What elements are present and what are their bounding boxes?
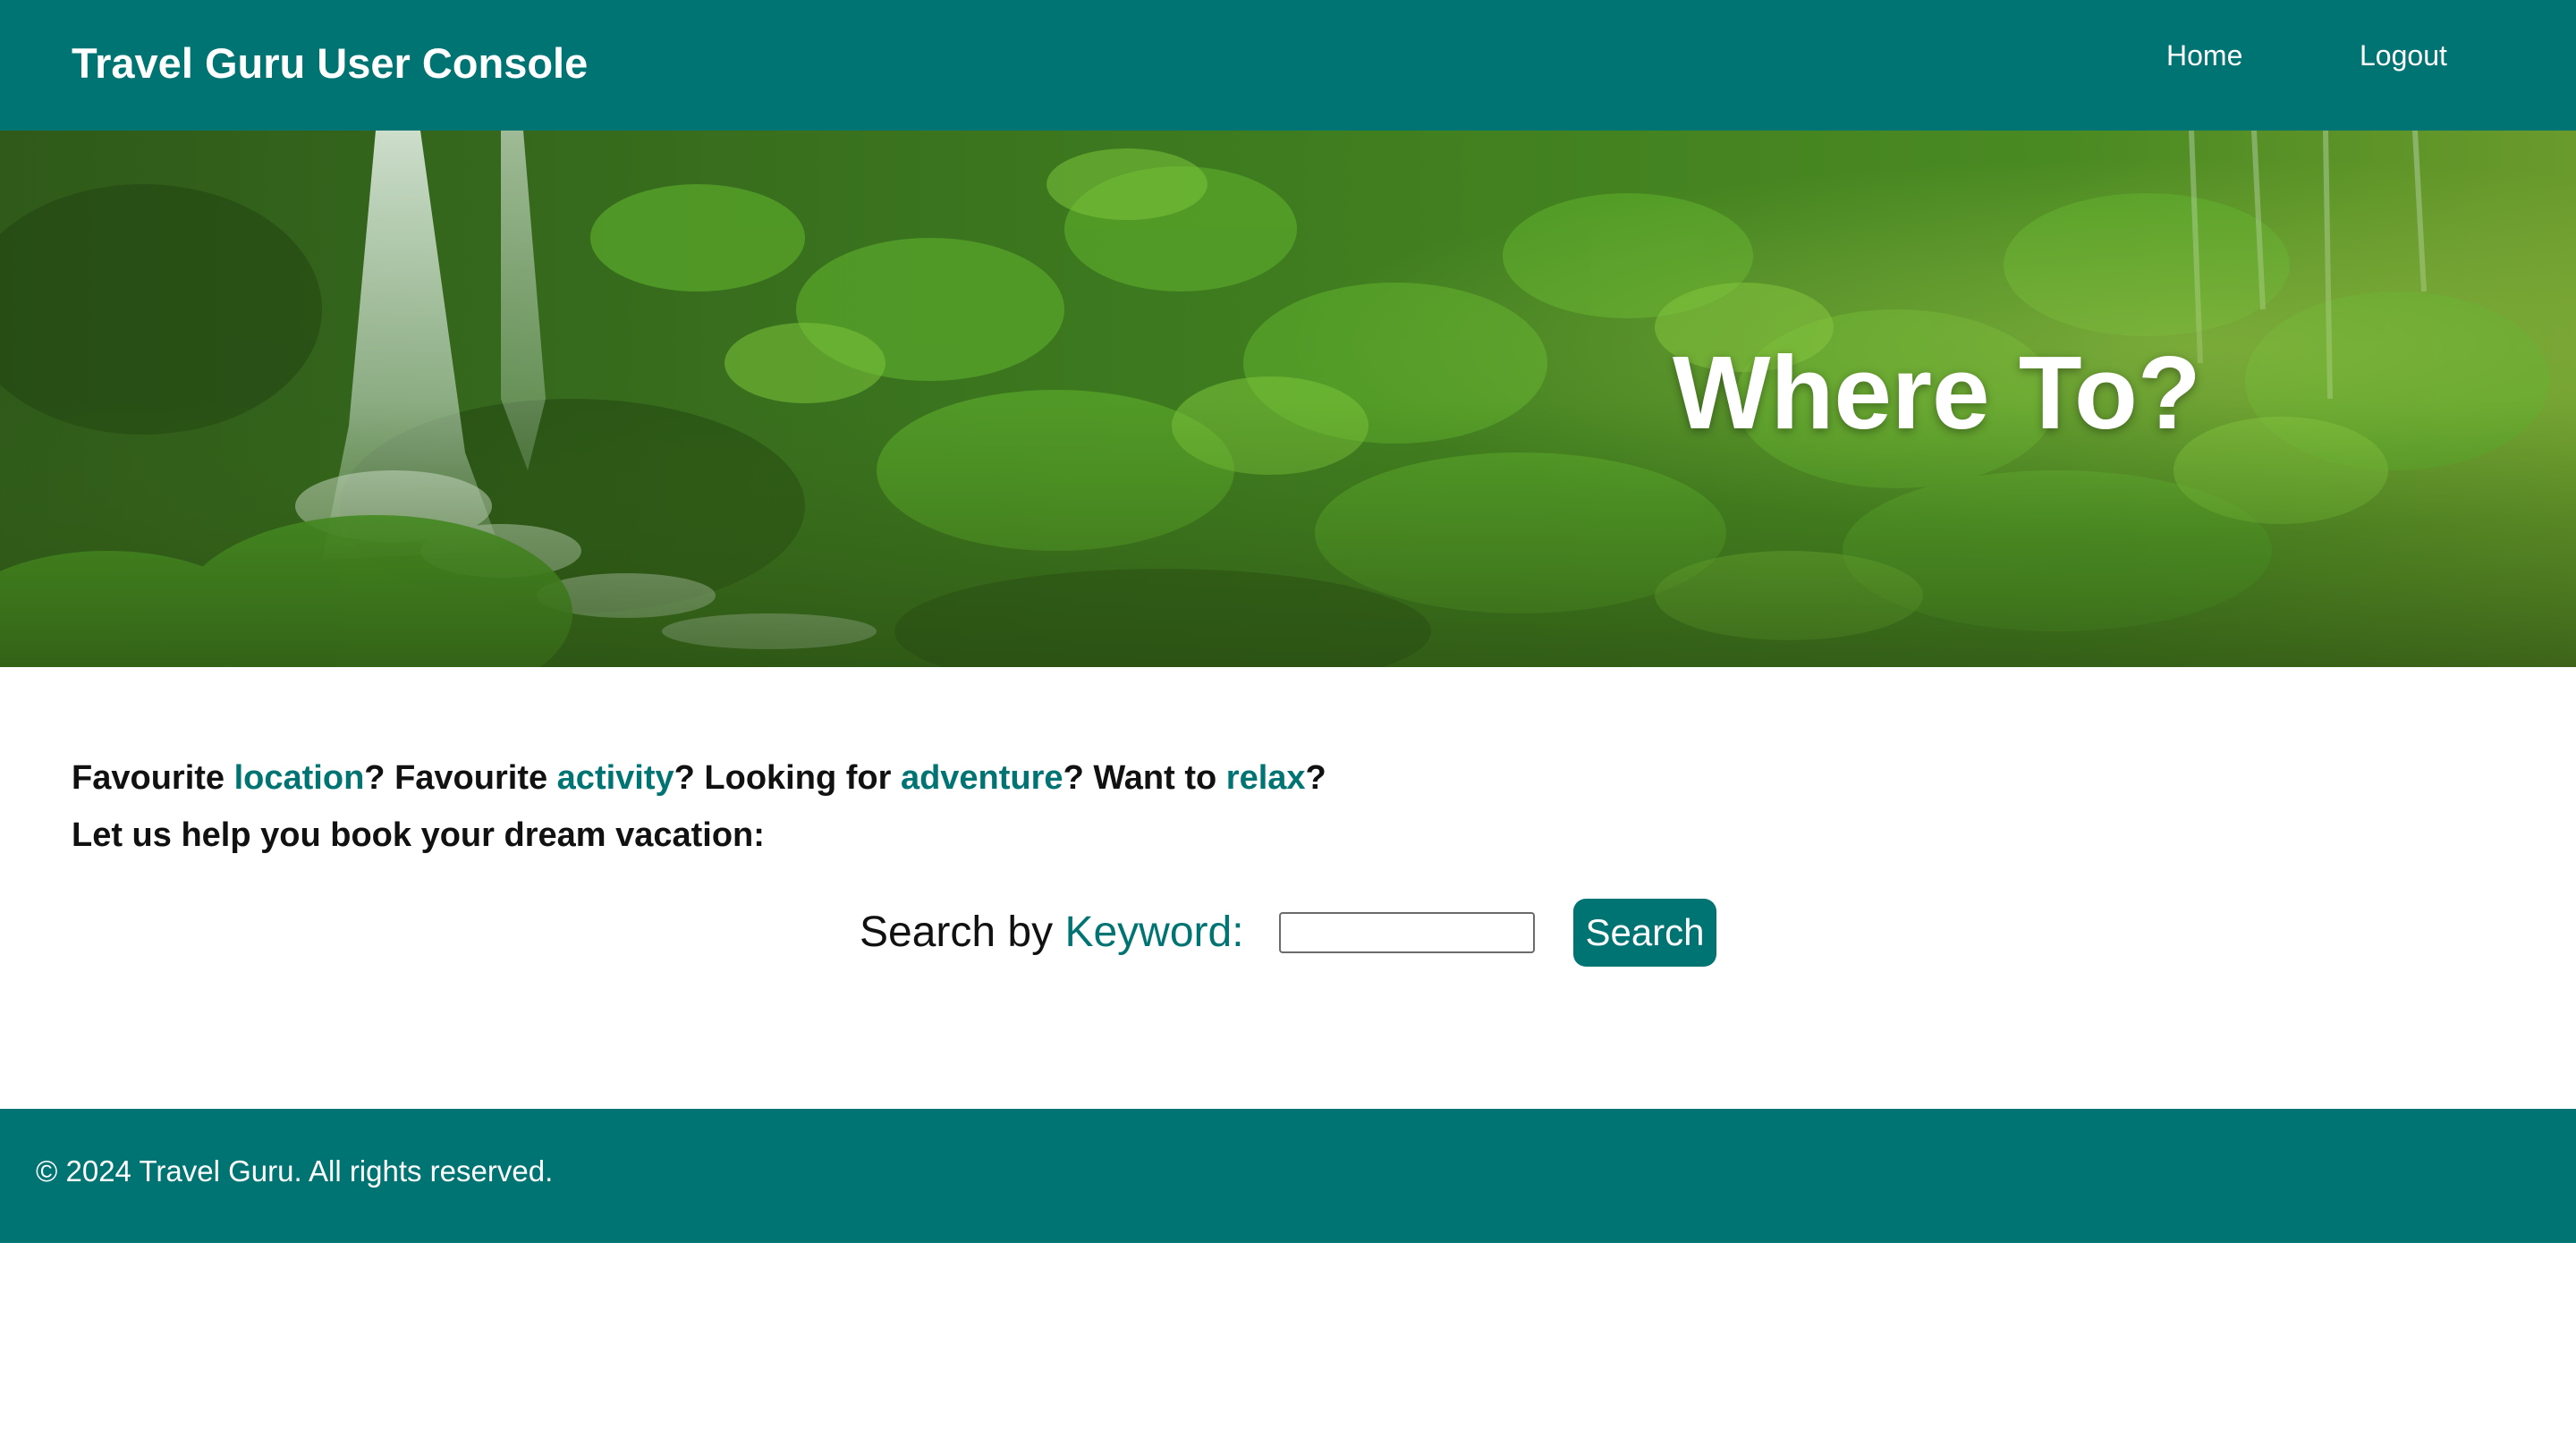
keyword-activity: activity (556, 759, 674, 797)
keyword-relax: relax (1225, 759, 1306, 797)
intro-text: Favourite location? Favourite activity? … (72, 749, 1326, 864)
search-form: Search by Keyword: Search (860, 899, 1754, 967)
top-header: Travel Guru User Console Home Logout (0, 0, 2576, 131)
intro-text-part: ? Favourite (364, 759, 557, 797)
hero-banner: Where To? (0, 131, 2576, 667)
intro-text-part: ? Looking for (674, 759, 901, 797)
nav-home-link[interactable]: Home (2166, 36, 2242, 75)
keyword-search-input[interactable] (1279, 912, 1535, 953)
brand-title: Travel Guru User Console (72, 39, 589, 87)
search-button[interactable]: Search (1573, 899, 1716, 967)
page-footer: © 2024 Travel Guru. All rights reserved. (0, 1109, 2576, 1243)
intro-line-2: Let us help you book your dream vacation… (72, 816, 765, 854)
search-label-keyword: Keyword: (1064, 909, 1244, 956)
copyright-text: © 2024 Travel Guru. All rights reserved. (36, 1154, 554, 1188)
hero-title: Where To? (1673, 334, 2201, 451)
intro-text-part: Favourite (72, 759, 234, 797)
search-label: Search by Keyword: (860, 906, 1244, 959)
intro-text-part: ? (1305, 759, 1326, 797)
intro-line-1: Favourite location? Favourite activity? … (72, 749, 1326, 807)
search-label-prefix: Search by (860, 909, 1065, 956)
keyword-location: location (233, 759, 365, 797)
keyword-adventure: adventure (900, 759, 1063, 797)
nav-logout-link[interactable]: Logout (2360, 36, 2447, 75)
intro-text-part: ? Want to (1063, 759, 1226, 797)
